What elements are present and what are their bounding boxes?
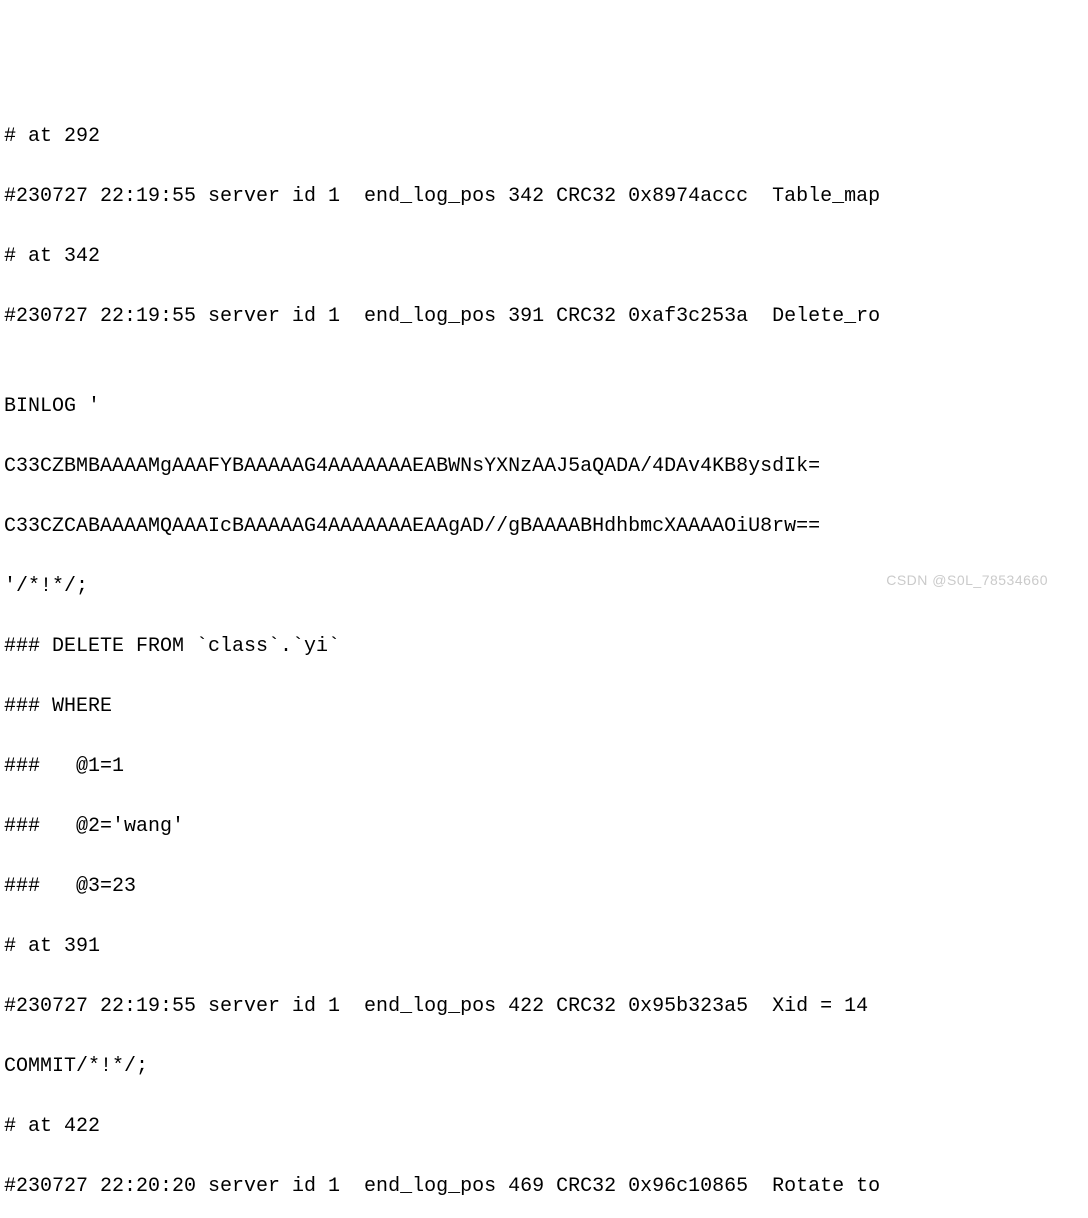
log-line: ### WHERE — [4, 692, 1084, 722]
log-line: BINLOG ' — [4, 392, 1084, 422]
log-line: COMMIT/*!*/; — [4, 1052, 1084, 1082]
log-line: ### @1=1 — [4, 752, 1084, 782]
log-line: # at 391 — [4, 932, 1084, 962]
log-line: C33CZBMBAAAAMgAAAFYBAAAAAG4AAAAAAAEABWNs… — [4, 452, 1084, 482]
log-line: #230727 22:20:20 server id 1 end_log_pos… — [4, 1172, 1084, 1202]
log-line: #230727 22:19:55 server id 1 end_log_pos… — [4, 992, 1084, 1022]
log-line: C33CZCABAAAAMQAAAIcBAAAAAG4AAAAAAAEAAgAD… — [4, 512, 1084, 542]
log-line: #230727 22:19:55 server id 1 end_log_pos… — [4, 182, 1084, 212]
watermark: CSDN @S0L_78534660 — [886, 570, 1048, 591]
log-line: #230727 22:19:55 server id 1 end_log_pos… — [4, 302, 1084, 332]
log-line: ### DELETE FROM `class`.`yi` — [4, 632, 1084, 662]
log-line: # at 292 — [4, 122, 1084, 152]
log-line: ### @3=23 — [4, 872, 1084, 902]
log-line: ### @2='wang' — [4, 812, 1084, 842]
log-line: # at 422 — [4, 1112, 1084, 1142]
log-line: # at 342 — [4, 242, 1084, 272]
